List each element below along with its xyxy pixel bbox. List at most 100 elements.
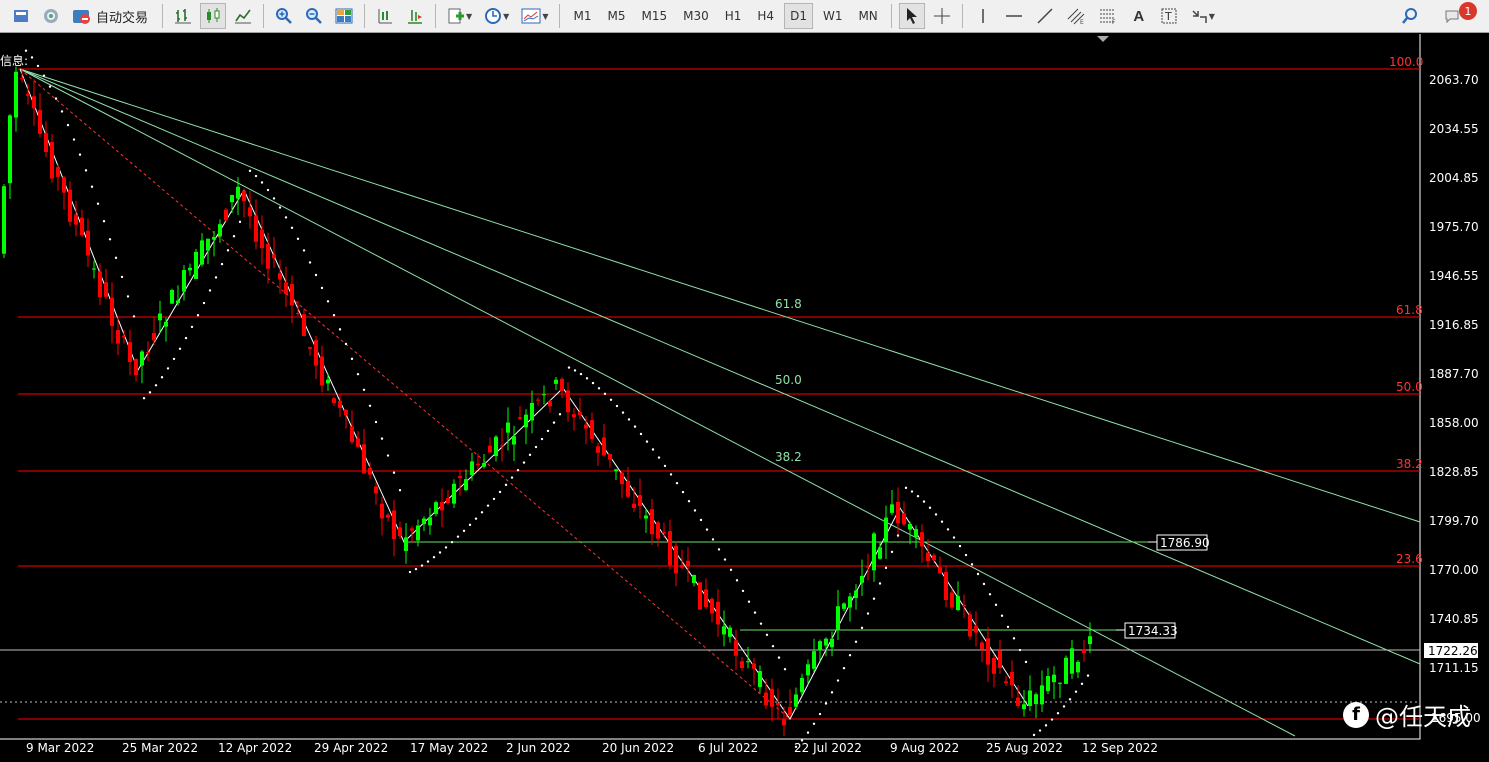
timeframe-m15[interactable]: M15 — [635, 3, 673, 29]
text-label-icon[interactable]: T — [1156, 3, 1182, 29]
sar-dot — [362, 388, 366, 392]
candle-body — [536, 399, 540, 401]
chart-shift-icon[interactable] — [372, 3, 398, 29]
arrows-dropdown[interactable]: ▼ — [1186, 3, 1219, 29]
sar-dot — [573, 369, 577, 372]
sar-dot — [260, 181, 264, 184]
candle-body — [200, 240, 204, 265]
candle-body — [1040, 685, 1044, 705]
candle-body — [38, 110, 42, 134]
candle-body — [842, 603, 846, 609]
indicators-dropdown[interactable]: ▼ — [443, 3, 476, 29]
cursor-icon[interactable] — [898, 3, 925, 29]
fibonacci-icon[interactable]: F — [1094, 3, 1122, 29]
timeframe-d1[interactable]: D1 — [784, 3, 813, 29]
text-icon[interactable]: A — [1126, 3, 1152, 29]
chart-window[interactable]: 2063.70 2034.55 2004.85 1975.70 1946.55 … — [0, 34, 1489, 762]
candle-body — [404, 537, 408, 551]
timeframe-mn[interactable]: MN — [852, 3, 883, 29]
toolbar: 自动交易 ▼ ▼ ▼ M1 M5 M15 M30 H1 H4 D1 W1 MN … — [0, 0, 1489, 33]
timeframe-m5[interactable]: M5 — [601, 3, 631, 29]
candle-body — [224, 209, 228, 221]
profiles-icon[interactable] — [8, 3, 34, 29]
timeframe-h4[interactable]: H4 — [751, 3, 780, 29]
fan-label-61-8: 61.8 — [775, 297, 802, 311]
sar-dot — [890, 550, 894, 554]
horizontal-line-icon[interactable] — [1000, 3, 1028, 29]
market-watch-icon[interactable] — [38, 3, 64, 29]
candle-body — [530, 402, 534, 421]
sar-dot — [320, 286, 324, 290]
candle-body — [860, 575, 864, 583]
autoscroll-icon[interactable] — [402, 3, 428, 29]
vertical-line-icon[interactable] — [970, 3, 996, 29]
candle-body — [20, 78, 24, 80]
candle-body — [470, 461, 474, 476]
sar-dot — [735, 579, 739, 582]
sar-dot — [603, 392, 607, 396]
toolbar-separator — [890, 4, 892, 28]
candle-body — [566, 390, 570, 413]
price-tick: 1975.70 — [1429, 220, 1479, 234]
trendline-icon[interactable] — [1032, 3, 1058, 29]
zoom-in-icon[interactable] — [271, 3, 297, 29]
sar-dot — [66, 123, 70, 127]
price-tick: 2004.85 — [1429, 171, 1479, 185]
candle-body — [482, 462, 486, 467]
candle-body — [32, 96, 36, 109]
templates-dropdown[interactable]: ▼ — [517, 3, 552, 29]
date-tick: 22 Jul 2022 — [794, 741, 862, 755]
timeframe-h1[interactable]: H1 — [719, 3, 748, 29]
fib-label-23-6: 23.6 — [1396, 552, 1423, 566]
tile-windows-icon[interactable] — [331, 3, 357, 29]
candle-body — [728, 627, 732, 637]
sar-dot — [1080, 682, 1084, 686]
bar-chart-icon[interactable] — [170, 3, 196, 29]
zoom-out-icon[interactable] — [301, 3, 327, 29]
sar-dot — [567, 366, 571, 369]
candle-body — [656, 522, 660, 539]
candlestick-chart-icon[interactable] — [200, 3, 227, 29]
candle-body — [506, 422, 510, 433]
sar-dot — [414, 567, 418, 571]
price-chart[interactable]: 2063.70 2034.55 2004.85 1975.70 1946.55 … — [0, 34, 1489, 762]
timeframe-m30[interactable]: M30 — [677, 3, 715, 29]
timeframe-m1[interactable]: M1 — [567, 3, 597, 29]
parabolic-sar-dots — [24, 49, 1090, 749]
auto-trade-button[interactable]: 自动交易 — [68, 3, 155, 29]
periods-dropdown[interactable]: ▼ — [480, 3, 513, 29]
candle-body — [794, 694, 798, 707]
candle-body — [896, 501, 900, 524]
candle-body — [206, 238, 210, 251]
fib-fan — [19, 68, 1421, 737]
candle-body — [104, 282, 108, 297]
candle-body — [518, 417, 522, 419]
sar-dot — [160, 376, 164, 379]
sar-dot — [940, 520, 944, 523]
candle-body — [194, 251, 198, 280]
sar-dot — [142, 397, 146, 400]
sar-dot — [540, 437, 544, 441]
candle-body — [920, 532, 924, 547]
sar-dot — [338, 328, 342, 331]
candle-body — [788, 707, 792, 715]
crosshair-icon[interactable] — [929, 3, 955, 29]
candle-body — [476, 463, 480, 466]
line-chart-icon[interactable] — [230, 3, 256, 29]
candle-body — [218, 224, 222, 237]
candle-body — [626, 480, 630, 497]
candle-body — [1034, 694, 1038, 705]
sar-dot — [1006, 625, 1010, 629]
sar-dot — [663, 464, 667, 468]
candle-body — [80, 217, 84, 236]
candle-body — [368, 468, 372, 475]
candle-body — [1058, 682, 1062, 684]
price-tick: 2063.70 — [1429, 73, 1479, 87]
candle-body — [932, 555, 936, 561]
candle-body — [488, 445, 492, 453]
search-icon[interactable] — [1397, 3, 1423, 29]
timeframe-w1[interactable]: W1 — [817, 3, 849, 29]
candle-body — [128, 342, 132, 363]
candle-body — [554, 379, 558, 384]
equidistant-channel-icon[interactable]: E — [1062, 3, 1090, 29]
